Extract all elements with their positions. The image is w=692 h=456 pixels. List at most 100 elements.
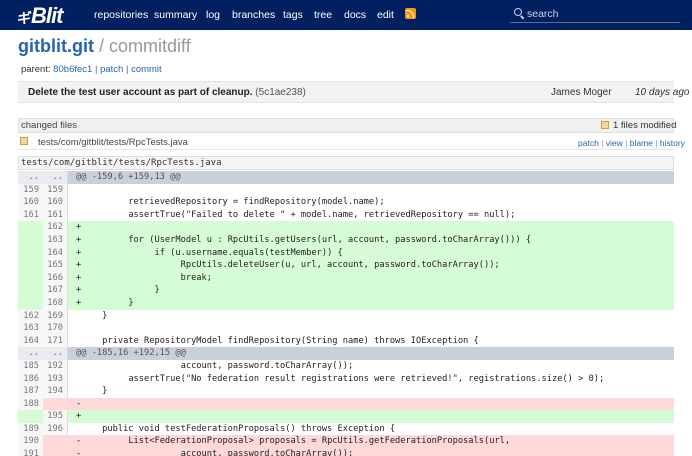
diff-context-line: 161 161 assertTrue("Failed to delete " + … <box>18 208 674 222</box>
diff-hunk-header: .... @@ -159,6 +159,13 @@ <box>18 171 674 184</box>
old-line-number[interactable]: .. <box>18 171 43 184</box>
old-line-number[interactable]: 191 <box>18 448 43 456</box>
new-line-number[interactable]: 195 <box>43 410 68 423</box>
new-line-number[interactable]: 171 <box>43 334 68 348</box>
new-line-number[interactable]: 169 <box>43 309 68 323</box>
diff-added-line: 165 + RpcUtils.deleteUser(u, url, account… <box>18 259 674 272</box>
diff-line-code: assertTrue("No federation result registr… <box>76 373 605 384</box>
nav-log[interactable]: log <box>206 9 220 21</box>
files-modified-summary: 1 files modified <box>601 120 676 131</box>
new-line-number[interactable]: 161 <box>43 208 68 222</box>
nav-tags[interactable]: tags <box>283 9 303 21</box>
new-line-number[interactable]: 166 <box>43 271 68 285</box>
old-line-number[interactable]: 162 <box>18 309 43 323</box>
old-line-number[interactable]: 185 <box>18 359 43 373</box>
old-line-number[interactable]: 186 <box>18 372 43 386</box>
old-line-number[interactable]: 188 <box>18 397 43 411</box>
link-divider: | <box>125 64 129 75</box>
parent-commit-link[interactable]: 80b6fec1 <box>53 64 92 75</box>
new-line-number[interactable]: .. <box>43 347 68 360</box>
new-line-number[interactable]: 192 <box>43 359 68 373</box>
search-input[interactable] <box>527 6 677 21</box>
diff-line-code: retrievedRepository = findRepository(mod… <box>76 197 385 208</box>
parent-links: parent: 80b6fec1 | patch | commit <box>21 64 162 75</box>
diff-line-code: + for (UserModel u : RpcUtils.getUsers(u… <box>76 234 532 245</box>
nav-summary[interactable]: summary <box>154 9 197 21</box>
diff-added-line: 162 + <box>18 221 674 234</box>
diff-line-code: public void testFederationProposals() th… <box>76 423 396 434</box>
old-line-number[interactable]: .. <box>18 347 43 360</box>
new-line-number[interactable]: 162 <box>43 221 68 234</box>
diff-deleted-line: 191 - account, password.toCharArray()); <box>18 448 674 456</box>
diff-context-line: 164 171 private RepositoryModel findRepos… <box>18 334 674 348</box>
diff-table: .... @@ -159,6 +159,13 @@ 159 159 160 160 ret… <box>18 171 674 456</box>
changed-file-path[interactable]: tests/com/gitblit/tests/RpcTests.java <box>38 137 188 148</box>
old-line-number[interactable]: 187 <box>18 385 43 398</box>
new-line-number[interactable]: 163 <box>43 233 68 247</box>
diff-added-line: 167 + } <box>18 284 674 297</box>
diff-context-line: 186 193 assertTrue("No federation result … <box>18 372 674 386</box>
nav-edit[interactable]: edit <box>377 9 394 21</box>
old-line-number[interactable]: 159 <box>18 183 43 197</box>
title-separator: / <box>99 36 105 56</box>
nav-docs[interactable]: docs <box>344 9 366 21</box>
repository-name-link[interactable]: gitblit.git <box>18 36 94 56</box>
file-history-link[interactable]: history <box>660 138 685 148</box>
diff-added-line: 164 + if (u.username.equals(testMember)) … <box>18 246 674 260</box>
nav-branches[interactable]: branches <box>232 9 275 21</box>
modified-file-icon <box>20 137 28 145</box>
new-line-number[interactable]: 170 <box>43 322 68 335</box>
new-line-number[interactable]: 194 <box>43 385 68 398</box>
diff-hunk-header: .... @@ -185,16 +192,15 @@ <box>18 347 674 360</box>
old-line-number[interactable]: 161 <box>18 208 43 222</box>
nav-tree[interactable]: tree <box>314 9 332 21</box>
changed-file-row: tests/com/gitblit/tests/RpcTests.java pa… <box>18 134 685 150</box>
link-divider: | <box>94 64 98 75</box>
page-title: gitblit.git / commitdiff <box>18 36 191 57</box>
new-line-number[interactable]: 196 <box>43 422 68 436</box>
logo-mark: ギ <box>16 12 32 27</box>
diff-added-line: 163 + for (UserModel u : RpcUtils.getUser… <box>18 233 674 247</box>
changed-files-header: changed files 1 files modified <box>18 118 676 133</box>
nav-repositories[interactable]: repositories <box>94 9 148 21</box>
link-divider: | <box>655 138 658 148</box>
new-line-number[interactable]: 168 <box>43 296 68 310</box>
commit-author[interactable]: James Moger <box>551 87 612 98</box>
old-line-number[interactable]: 190 <box>18 435 43 449</box>
rss-feed-icon[interactable] <box>405 8 416 19</box>
diff-line-code: + <box>76 222 82 233</box>
diff-deleted-line: 188 - <box>18 397 674 411</box>
new-line-number[interactable]: 167 <box>43 284 68 297</box>
diff-context-line: 159 159 <box>18 183 674 197</box>
diff-context-line: 162 169 } <box>18 309 674 323</box>
file-blame-link[interactable]: blame <box>630 138 653 148</box>
diff-line-code: private RepositoryModel findRepository(S… <box>76 335 479 346</box>
file-patch-link[interactable]: patch <box>578 138 599 148</box>
new-line-number[interactable]: .. <box>43 171 68 184</box>
top-navbar: ギ Blit repositories summary log branches… <box>0 0 692 30</box>
diff-deleted-line: 190 - List<FederationProposal> proposals … <box>18 435 674 449</box>
diff-line-code: } <box>76 386 108 397</box>
commit-message[interactable]: Delete the test user account as part of … <box>28 87 306 98</box>
new-line-number[interactable]: 164 <box>43 246 68 260</box>
old-line-number[interactable]: 164 <box>18 334 43 348</box>
parent-label: parent: <box>21 64 51 75</box>
new-line-number[interactable]: 193 <box>43 372 68 386</box>
commit-link[interactable]: commit <box>131 64 162 75</box>
new-line-number[interactable]: 159 <box>43 183 68 197</box>
gitblit-logo[interactable]: ギ Blit <box>16 3 63 28</box>
search-icon <box>514 8 522 16</box>
old-line-number[interactable]: 160 <box>18 196 43 209</box>
new-line-number[interactable]: 160 <box>43 196 68 209</box>
patch-link[interactable]: patch <box>100 64 123 75</box>
diff-context-line: 189 196 public void testFederationProposa… <box>18 422 674 436</box>
diff-line-code: - List<FederationProposal> proposals = R… <box>76 436 511 447</box>
file-view-link[interactable]: view <box>606 138 623 148</box>
logo-wordmark: Blit <box>31 3 63 28</box>
old-line-number[interactable]: 163 <box>18 322 43 335</box>
old-line-number[interactable]: 189 <box>18 422 43 436</box>
new-line-number[interactable]: 165 <box>43 259 68 272</box>
diff-line-code: @@ -159,6 +159,13 @@ <box>76 172 181 182</box>
diff-line-code: - account, password.toCharArray()); <box>76 449 354 456</box>
diff-line-code: - <box>76 398 82 409</box>
